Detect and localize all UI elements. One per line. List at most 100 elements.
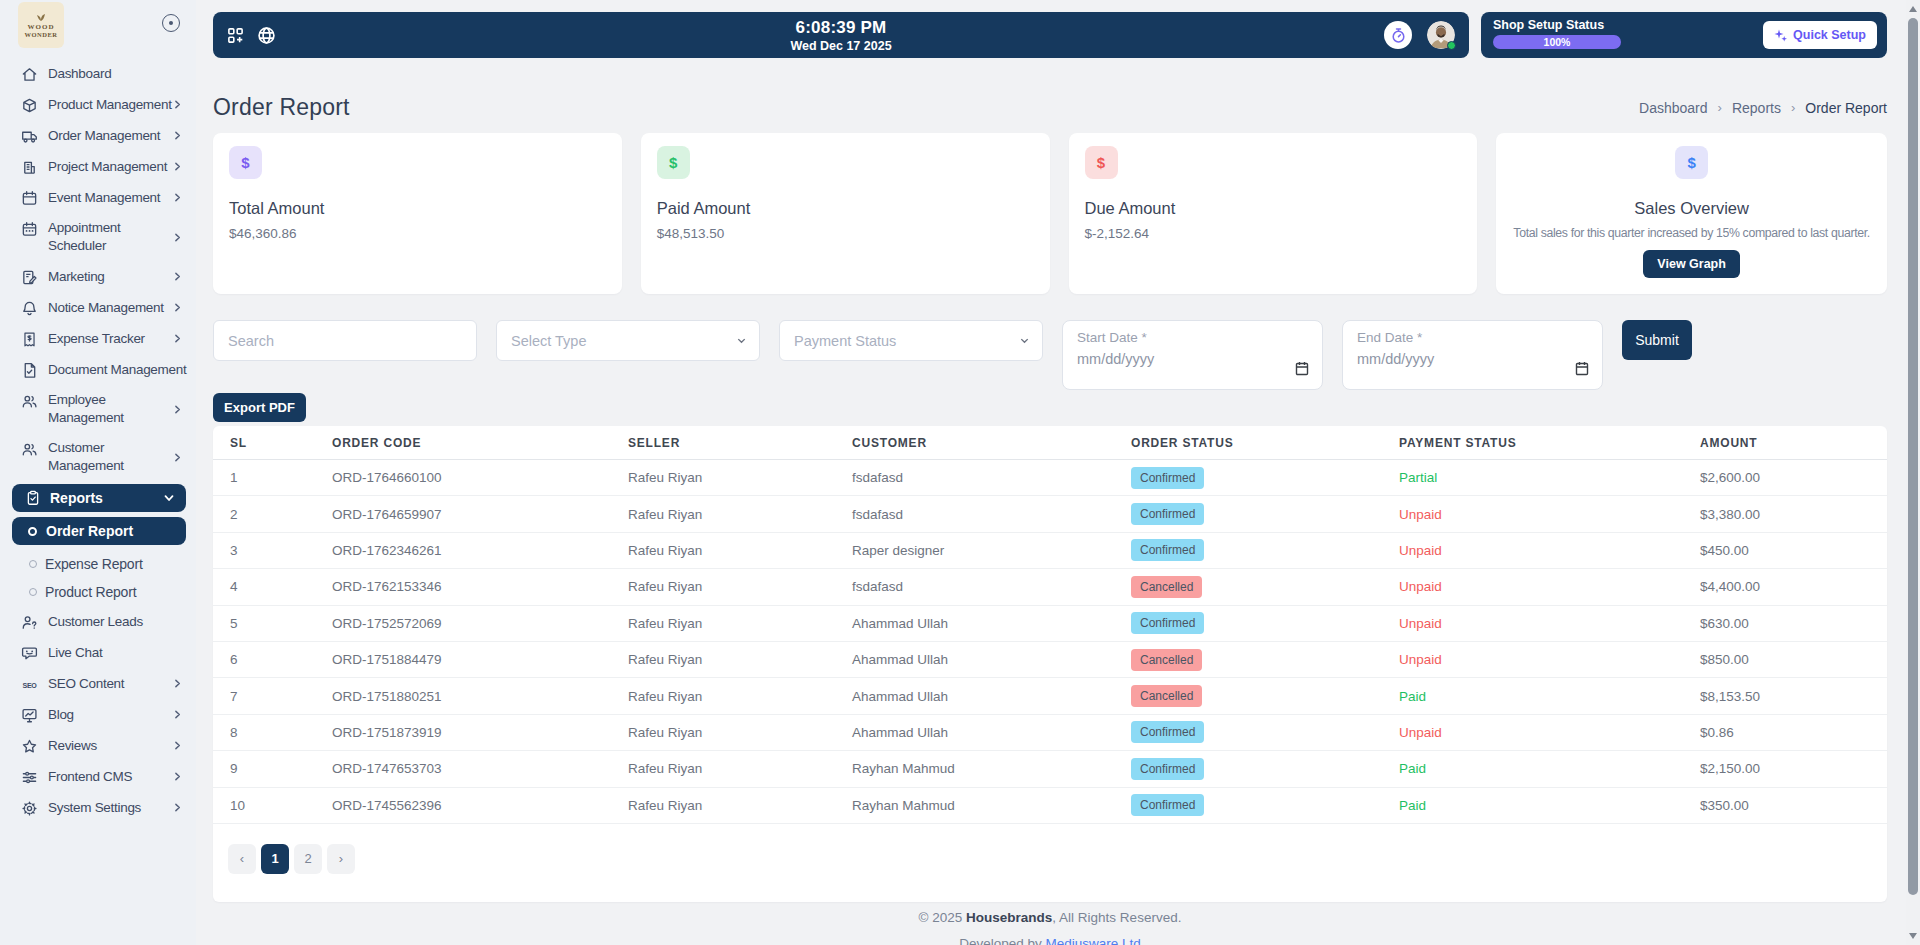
event-icon: [20, 189, 38, 207]
start-date-value: mm/dd/yyyy: [1077, 351, 1308, 367]
page-scrollbar[interactable]: [1906, 0, 1920, 945]
breadcrumb-reports[interactable]: Reports: [1732, 100, 1781, 116]
sidebar-item-employee-management[interactable]: Employee Management: [0, 385, 196, 433]
cell-sl: 3: [213, 543, 315, 558]
order-status-badge: Confirmed: [1131, 467, 1204, 489]
globe-icon[interactable]: [257, 26, 276, 45]
table-row: 4ORD-1762153346Rafeu RiyanfsdafasdCancel…: [213, 569, 1887, 605]
main-content: 6:08:39 PM Wed Dec 17 2025 Shop Setup St…: [196, 0, 1920, 945]
cell-sl: 1: [213, 470, 315, 485]
cell-customer: Ahammad Ullah: [835, 689, 1114, 704]
document-icon: [20, 361, 38, 379]
chevron-down-icon: [1019, 335, 1030, 346]
sidebar-item-reviews[interactable]: Reviews: [0, 730, 196, 761]
cell-sl: 2: [213, 507, 315, 522]
payment-status-dropdown[interactable]: Payment Status: [779, 320, 1043, 361]
payment-status-placeholder: Payment Status: [794, 333, 896, 349]
sidebar-item-dashboard[interactable]: Dashboard: [0, 58, 196, 89]
scrollbar-thumb[interactable]: [1908, 18, 1918, 895]
sidebar-item-customer-management[interactable]: Customer Management: [0, 433, 196, 481]
cell-amount: $450.00: [1683, 543, 1887, 558]
column-header-amount: AMOUNT: [1683, 436, 1887, 450]
submit-button[interactable]: Submit: [1622, 320, 1692, 360]
pagination-prev[interactable]: ‹: [228, 844, 256, 874]
cell-seller: Rafeu Riyan: [611, 543, 835, 558]
stat-title: Paid Amount: [657, 199, 1034, 218]
sidebar-item-blog[interactable]: Blog: [0, 699, 196, 730]
cell-seller: Rafeu Riyan: [611, 761, 835, 776]
pagination-next[interactable]: ›: [327, 844, 355, 874]
expense-icon: [20, 330, 38, 348]
table-row: 7ORD-1751880251Rafeu RiyanAhammad UllahC…: [213, 678, 1887, 714]
sidebar-item-live-chat[interactable]: Live Chat: [0, 637, 196, 668]
select-type-dropdown[interactable]: Select Type: [496, 320, 760, 361]
stat-cards-row: $ Total Amount $46,360.86 $ Paid Amount …: [213, 133, 1887, 294]
pagination: ‹12›: [228, 844, 1887, 874]
sidebar-item-appointment-scheduler[interactable]: Appointment Scheduler: [0, 213, 196, 261]
start-date-label: Start Date *: [1077, 330, 1308, 345]
calendar-icon: [1575, 361, 1589, 376]
developer-link[interactable]: Mediusware Ltd: [1046, 936, 1141, 945]
start-date-input[interactable]: Start Date * mm/dd/yyyy: [1062, 320, 1323, 390]
chat-icon: [20, 644, 38, 662]
breadcrumb-dashboard[interactable]: Dashboard: [1639, 100, 1708, 116]
topbar: 6:08:39 PM Wed Dec 17 2025: [213, 12, 1469, 58]
sidebar-item-seo-content[interactable]: SEOSEO Content: [0, 668, 196, 699]
marketing-icon: [20, 268, 38, 286]
end-date-input[interactable]: End Date * mm/dd/yyyy: [1342, 320, 1603, 390]
pagination-page-1[interactable]: 1: [261, 844, 289, 874]
bullet-icon: [29, 560, 37, 568]
sidebar-item-marketing[interactable]: Marketing: [0, 261, 196, 292]
cell-order-code: ORD-1762346261: [315, 543, 611, 558]
sidebar-item-system-settings[interactable]: System Settings: [0, 792, 196, 823]
view-graph-button[interactable]: View Graph: [1643, 250, 1740, 278]
scrollbar-up-arrow[interactable]: [1909, 6, 1917, 12]
user-avatar[interactable]: [1427, 21, 1455, 49]
chevron-down-icon: [736, 335, 747, 346]
reviews-icon: [20, 737, 38, 755]
sidebar-item-document-management[interactable]: Document Management: [0, 354, 196, 385]
order-status-badge: Confirmed: [1131, 721, 1204, 743]
sidebar-item-expense-report[interactable]: Expense Report: [0, 550, 196, 578]
pagination-page-2[interactable]: 2: [294, 844, 322, 874]
cell-seller: Rafeu Riyan: [611, 507, 835, 522]
order-status-badge: Confirmed: [1131, 539, 1204, 561]
cell-order-code: ORD-1762153346: [315, 579, 611, 594]
quick-setup-label: Quick Setup: [1793, 28, 1866, 42]
sidebar-collapse-button[interactable]: [162, 14, 180, 32]
project-icon: [20, 158, 38, 176]
sidebar-nav: DashboardProduct ManagementOrder Managem…: [0, 56, 196, 823]
apps-grid-icon[interactable]: [227, 27, 244, 44]
sidebar-item-expense-tracker[interactable]: Expense Tracker: [0, 323, 196, 354]
table-row: 3ORD-1762346261Rafeu RiyanRaper designer…: [213, 533, 1887, 569]
cell-sl: 7: [213, 689, 315, 704]
online-status-dot: [1447, 41, 1456, 50]
sidebar-item-order-management[interactable]: Order Management: [0, 120, 196, 151]
cell-customer: Rayhan Mahmud: [835, 798, 1114, 813]
scrollbar-down-arrow[interactable]: [1909, 933, 1917, 939]
cell-order-code: ORD-1745562396: [315, 798, 611, 813]
sidebar-item-product-report[interactable]: Product Report: [0, 578, 196, 606]
sidebar-item-order-report[interactable]: Order Report: [12, 517, 186, 545]
sidebar-item-product-management[interactable]: Product Management: [0, 89, 196, 120]
sidebar-item-reports[interactable]: Reports: [12, 484, 186, 512]
cell-order-status: Confirmed: [1114, 758, 1382, 780]
chevron-right-icon: [173, 710, 182, 719]
search-input[interactable]: [213, 320, 477, 361]
cell-seller: Rafeu Riyan: [611, 725, 835, 740]
dollar-icon: $: [1675, 146, 1708, 179]
timer-button[interactable]: [1384, 21, 1412, 49]
chevron-right-icon: [173, 272, 182, 281]
cell-sl: 4: [213, 579, 315, 594]
sidebar-item-notice-management[interactable]: Notice Management: [0, 292, 196, 323]
quick-setup-button[interactable]: Quick Setup: [1763, 21, 1877, 49]
sidebar-item-event-management[interactable]: Event Management: [0, 182, 196, 213]
sales-overview-card: $ Sales Overview Total sales for this qu…: [1496, 133, 1887, 294]
cell-seller: Rafeu Riyan: [611, 689, 835, 704]
cell-order-status: Cancelled: [1114, 649, 1382, 671]
sidebar-item-frontend-cms[interactable]: Frontend CMS: [0, 761, 196, 792]
sidebar-item-customer-leads[interactable]: Customer Leads: [0, 606, 196, 637]
export-pdf-button[interactable]: Export PDF: [213, 393, 306, 422]
brand-logo[interactable]: WOOD WONDER: [18, 2, 64, 48]
sidebar-item-project-management[interactable]: Project Management: [0, 151, 196, 182]
